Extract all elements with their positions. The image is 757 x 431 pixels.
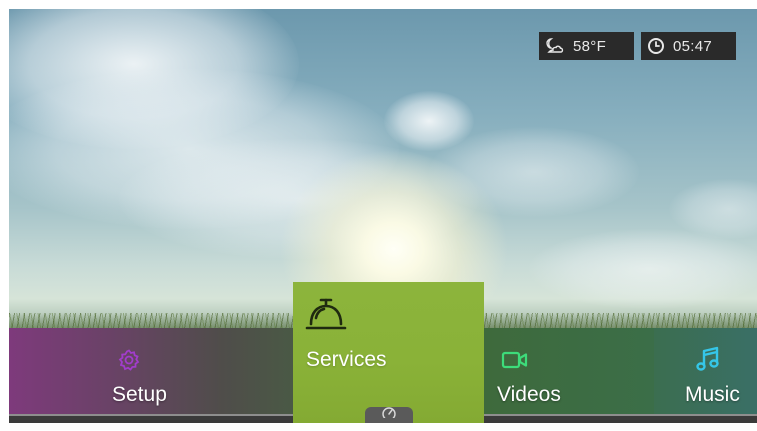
menu-item-services[interactable]: Services xyxy=(293,282,484,423)
home-screen: 58°F 05:47 Setup Videos Music Services xyxy=(9,9,757,423)
menu-item-videos[interactable]: Videos xyxy=(484,328,654,416)
video-camera-icon xyxy=(501,350,529,375)
menu-item-label: Setup xyxy=(112,383,167,406)
night-cloud-icon xyxy=(545,37,565,55)
service-bell-icon xyxy=(304,294,350,339)
time-text: 05:47 xyxy=(673,37,713,55)
menu-item-label: Services xyxy=(306,348,387,371)
dashboard-tab[interactable] xyxy=(365,407,413,423)
gear-icon xyxy=(117,348,141,377)
clock-icon xyxy=(647,37,665,55)
menu-item-music[interactable]: Music xyxy=(654,328,757,416)
music-note-icon xyxy=(695,346,721,379)
menu-item-label: Music xyxy=(685,383,740,406)
temperature-text: 58°F xyxy=(573,37,607,55)
clock-indicator: 05:47 xyxy=(641,32,736,60)
weather-indicator: 58°F xyxy=(539,32,634,60)
gauge-icon xyxy=(381,405,397,423)
menu-item-label: Videos xyxy=(497,383,561,406)
menu-item-setup[interactable]: Setup xyxy=(9,328,293,416)
